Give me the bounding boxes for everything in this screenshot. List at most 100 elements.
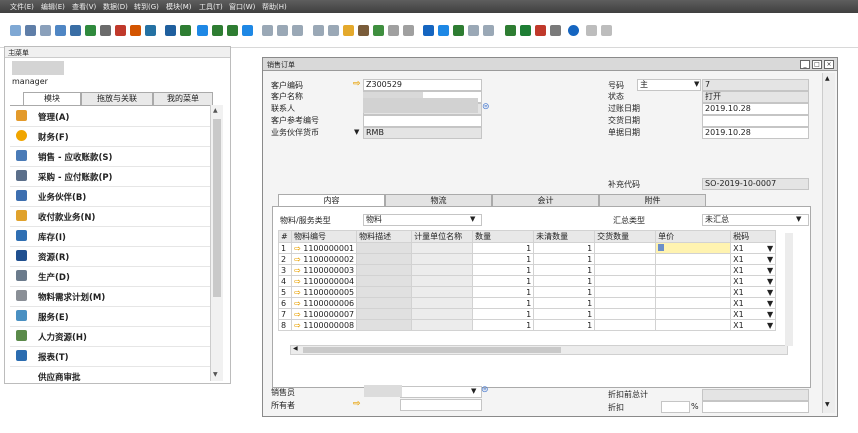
table-row[interactable]: 5 ⇨ 1100000005 1 1 X1 ▼ bbox=[278, 286, 777, 298]
tax-dropdown-icon[interactable]: ▼ bbox=[767, 321, 773, 330]
menu-goto[interactable]: 转到(G) bbox=[134, 2, 159, 12]
pdf-icon[interactable] bbox=[115, 25, 126, 36]
item-type-dropdown-icon[interactable]: ▼ bbox=[470, 215, 475, 223]
module-item[interactable]: 生产(D) bbox=[10, 266, 210, 287]
report-icon[interactable] bbox=[535, 25, 546, 36]
chat-icon[interactable] bbox=[468, 25, 479, 36]
tax-code-cell[interactable]: X1 ▼ bbox=[730, 275, 777, 287]
link-arrow-icon[interactable]: ⇨ bbox=[294, 288, 301, 297]
menu-view[interactable]: 查看(V) bbox=[72, 2, 96, 12]
column-header[interactable]: 未清数量 bbox=[533, 230, 596, 243]
link-arrow-icon[interactable]: ⇨ bbox=[294, 255, 301, 264]
target-document-icon[interactable] bbox=[373, 25, 384, 36]
menu-file[interactable]: 文件(E) bbox=[10, 2, 34, 12]
module-item[interactable]: 销售 - 应收账款(S) bbox=[10, 146, 210, 167]
tax-code-cell[interactable]: X1 ▼ bbox=[730, 286, 777, 298]
menu-modules[interactable]: 模块(M) bbox=[166, 2, 192, 12]
scroll-thumb[interactable] bbox=[213, 119, 221, 297]
close-button[interactable]: × bbox=[824, 60, 834, 69]
item-description-cell[interactable] bbox=[356, 253, 413, 265]
module-item[interactable]: 业务伙伴(B) bbox=[10, 186, 210, 207]
module-item[interactable]: 资源(R) bbox=[10, 246, 210, 267]
save-icon[interactable] bbox=[70, 25, 81, 36]
table-row[interactable]: 3 ⇨ 1100000003 1 1 X1 ▼ bbox=[278, 264, 777, 276]
module-item[interactable]: 服务(E) bbox=[10, 306, 210, 327]
module-item[interactable]: 财务(F) bbox=[10, 126, 210, 147]
preview-icon[interactable] bbox=[10, 25, 21, 36]
tax-code-cell[interactable]: X1 ▼ bbox=[730, 242, 777, 254]
tax-code-cell[interactable]: X1 ▼ bbox=[730, 264, 777, 276]
column-header[interactable]: 物料描述 bbox=[356, 230, 413, 243]
email-icon[interactable] bbox=[40, 25, 51, 36]
item-code-cell[interactable]: ⇨ 1100000006 bbox=[290, 297, 358, 309]
tax-dropdown-icon[interactable]: ▼ bbox=[767, 244, 773, 253]
menu-help[interactable]: 帮助(H) bbox=[262, 2, 287, 12]
maximize-button[interactable]: □ bbox=[812, 60, 822, 69]
tab-modules[interactable]: 模块 bbox=[23, 92, 81, 106]
unit-price-cell[interactable] bbox=[655, 319, 732, 331]
tab-my-menu[interactable]: 我的菜单 bbox=[153, 92, 213, 105]
contact-lookup-icon[interactable]: ⊜ bbox=[482, 102, 490, 112]
quantity-cell[interactable]: 1 bbox=[472, 308, 535, 320]
unit-price-cell[interactable] bbox=[655, 297, 732, 309]
menu-edit[interactable]: 编辑(E) bbox=[41, 2, 65, 12]
minimize-button[interactable]: _ bbox=[800, 60, 810, 69]
relationship-icon[interactable] bbox=[388, 25, 399, 36]
window-vertical-scrollbar[interactable]: ▲ ▼ bbox=[822, 73, 835, 413]
column-header[interactable]: 计量单位名称 bbox=[411, 230, 474, 243]
link-arrow-icon[interactable]: ⇨ bbox=[294, 266, 301, 275]
find-icon[interactable] bbox=[165, 25, 176, 36]
module-list-scrollbar[interactable]: ▲ ▼ bbox=[210, 105, 223, 381]
calculator-icon[interactable] bbox=[658, 243, 665, 251]
edit-icon[interactable] bbox=[423, 25, 434, 36]
post-date-field[interactable]: 2019.10.28 bbox=[702, 103, 809, 115]
sort-icon[interactable] bbox=[277, 25, 288, 36]
link-arrow-icon[interactable]: ⇨ bbox=[353, 79, 361, 89]
filter-icon[interactable] bbox=[145, 25, 156, 36]
column-header[interactable]: 物料编号 bbox=[290, 230, 358, 243]
link-arrow-icon[interactable]: ⇨ bbox=[294, 310, 301, 319]
tax-code-cell[interactable]: X1 ▼ bbox=[730, 319, 777, 331]
item-type-select[interactable]: 物料 bbox=[363, 214, 482, 226]
module-item[interactable]: 采购 - 应付账款(P) bbox=[10, 166, 210, 187]
module-item[interactable]: 收付款业务(N) bbox=[10, 206, 210, 227]
quantity-cell[interactable]: 1 bbox=[472, 253, 535, 265]
item-code-cell[interactable]: ⇨ 1100000002 bbox=[290, 253, 358, 265]
item-description-cell[interactable] bbox=[356, 286, 413, 298]
tax-dropdown-icon[interactable]: ▼ bbox=[767, 277, 773, 286]
spreadsheet-icon[interactable] bbox=[505, 25, 516, 36]
panel-window-controls[interactable]: _□× bbox=[8, 48, 227, 56]
quantity-cell[interactable]: 1 bbox=[472, 242, 535, 254]
last-record-icon[interactable] bbox=[242, 25, 253, 36]
previous-record-icon[interactable] bbox=[212, 25, 223, 36]
module-item[interactable]: 库存(I) bbox=[10, 226, 210, 247]
menu-tools[interactable]: 工具(T) bbox=[199, 2, 223, 12]
column-header[interactable]: 数量 bbox=[472, 230, 535, 243]
column-header[interactable]: # bbox=[278, 230, 292, 243]
link-arrow-icon[interactable]: ⇨ bbox=[353, 399, 361, 409]
close-window-icon[interactable] bbox=[601, 25, 612, 36]
grid-vertical-scrollbar[interactable] bbox=[785, 233, 793, 346]
item-description-cell[interactable] bbox=[356, 297, 413, 309]
scroll-down-icon[interactable]: ▼ bbox=[825, 401, 830, 408]
scroll-down-icon[interactable]: ▼ bbox=[213, 371, 218, 378]
tab-drag-relate[interactable]: 拖放与关联 bbox=[81, 92, 153, 105]
tax-dropdown-icon[interactable]: ▼ bbox=[767, 255, 773, 264]
customer-code-field[interactable]: Z300529 bbox=[363, 79, 482, 91]
unit-price-cell[interactable] bbox=[655, 286, 732, 298]
export-icon[interactable] bbox=[55, 25, 66, 36]
menu-window[interactable]: 窗口(W) bbox=[229, 2, 255, 12]
summary-type-select[interactable]: 未汇总 bbox=[702, 214, 809, 226]
uom-cell[interactable] bbox=[411, 308, 474, 320]
user-icon[interactable] bbox=[550, 25, 561, 36]
item-code-cell[interactable]: ⇨ 1100000001 bbox=[290, 242, 358, 254]
next-record-icon[interactable] bbox=[227, 25, 238, 36]
grid-horizontal-scrollbar[interactable]: ◀ bbox=[290, 345, 788, 355]
supp-code-field[interactable]: SO-2019-10-0007 bbox=[702, 178, 809, 190]
salesperson-dropdown-icon[interactable]: ▼ bbox=[471, 387, 476, 395]
attach-icon[interactable] bbox=[130, 25, 141, 36]
tax-dropdown-icon[interactable]: ▼ bbox=[767, 266, 773, 275]
table-row[interactable]: 8 ⇨ 1100000008 1 1 X1 ▼ bbox=[278, 319, 777, 331]
item-description-cell[interactable] bbox=[356, 275, 413, 287]
item-description-cell[interactable] bbox=[356, 264, 413, 276]
